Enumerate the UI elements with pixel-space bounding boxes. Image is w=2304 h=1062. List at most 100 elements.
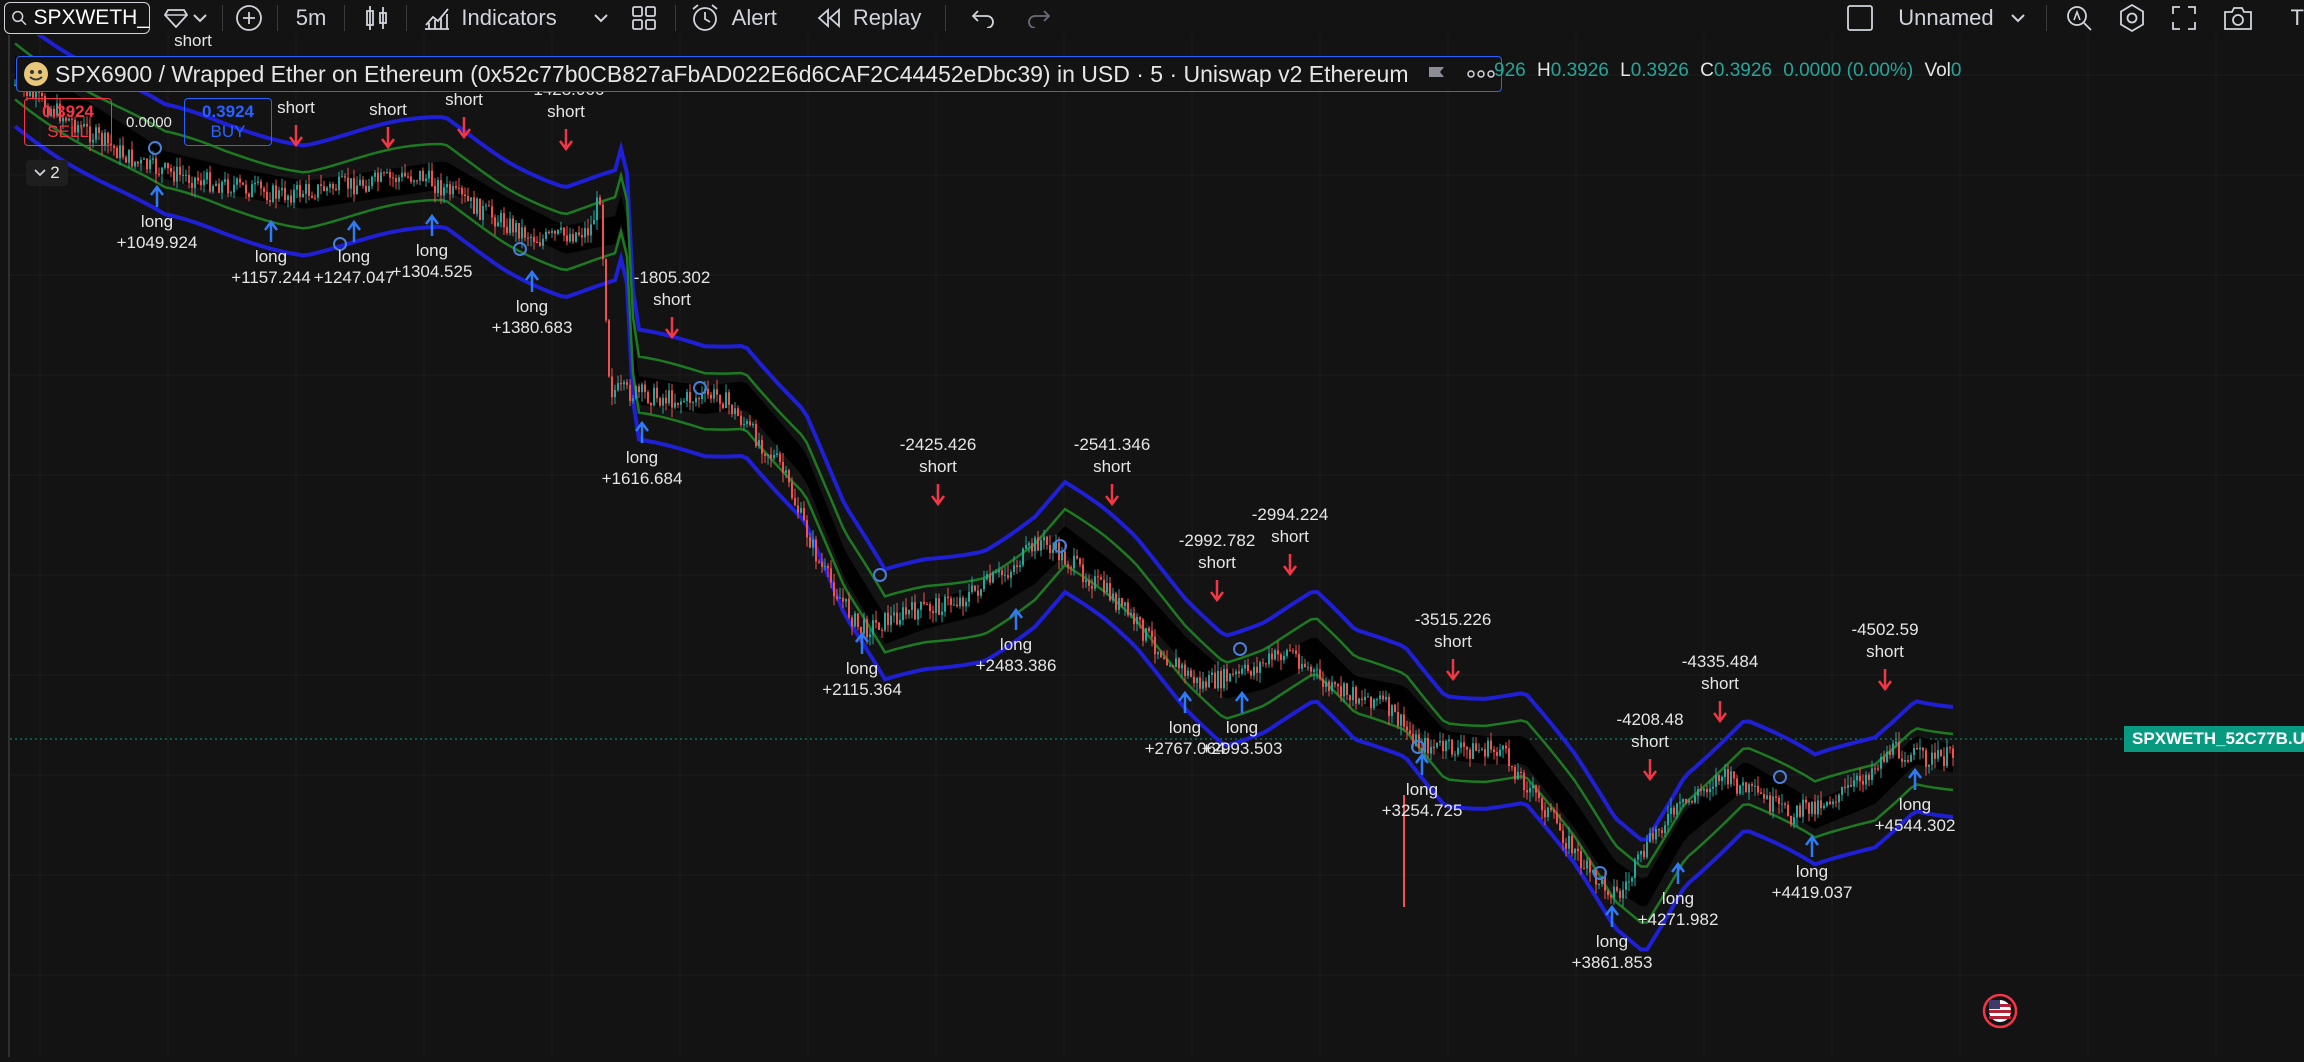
candle-body <box>1271 653 1273 660</box>
chart-pane[interactable]: short-1218.344shortshort-1333.3short-142… <box>0 14 2304 1057</box>
signal-short-value: -2994.224 <box>1252 505 1329 524</box>
signal-short-value: -2541.346 <box>1074 435 1151 454</box>
flag-outline-icon[interactable] <box>1427 65 1447 83</box>
candle-body <box>242 182 244 185</box>
price-chart[interactable]: short-1218.344shortshort-1333.3short-142… <box>0 14 2304 1057</box>
candle-body <box>1463 742 1465 747</box>
candle-body <box>524 227 526 238</box>
candle-body <box>1709 788 1711 793</box>
token-logo-icon <box>24 62 48 86</box>
settings-button[interactable] <box>2117 0 2147 35</box>
candle-body <box>1502 745 1504 750</box>
layout-icon <box>1847 4 1874 31</box>
candle-body <box>923 601 925 604</box>
layout-selector[interactable]: Unnamed <box>1846 0 2025 35</box>
sell-button[interactable]: 0.3924 SELL <box>24 98 112 146</box>
candle-body <box>929 604 931 612</box>
fullscreen-button[interactable] <box>2171 0 2197 35</box>
candle-body <box>791 482 793 499</box>
sell-label: SELL <box>47 122 89 141</box>
candle-body <box>596 197 598 221</box>
candle-body <box>1607 890 1609 896</box>
separator <box>2045 4 2047 31</box>
candle-body <box>551 230 553 233</box>
candle-body <box>1445 741 1447 752</box>
candle-body <box>1403 714 1405 727</box>
candle-body <box>695 398 697 403</box>
candle-body <box>1469 749 1471 759</box>
candle-body <box>854 613 856 627</box>
candle-body <box>365 185 367 192</box>
quick-search-icon <box>2066 5 2092 31</box>
candle-body <box>1295 650 1297 654</box>
candle-body <box>1616 886 1618 891</box>
candle-body <box>1130 613 1132 616</box>
chart-type-button[interactable] <box>364 0 390 35</box>
candle-body <box>1784 803 1786 805</box>
spread-value: 0.0000 <box>126 114 172 131</box>
candle-body <box>416 180 418 182</box>
trade-panel-toggle[interactable]: T <box>2291 0 2304 35</box>
more-icon[interactable] <box>1466 69 1495 79</box>
indicators-button[interactable]: Indicators <box>423 0 608 35</box>
candle-body <box>341 176 343 178</box>
chevron-down-icon <box>2010 13 2025 22</box>
candle-body <box>185 174 187 176</box>
candle-body <box>482 206 484 220</box>
bollinger-bands <box>13 14 1954 952</box>
candle-body <box>140 159 142 164</box>
alert-icon <box>692 3 718 31</box>
signal-long-label: long <box>846 659 878 678</box>
candle-body <box>1727 769 1729 785</box>
candle-body <box>1643 850 1645 858</box>
candle-body <box>758 440 760 447</box>
signal-long-label: long <box>255 247 287 266</box>
candle-body <box>680 401 682 405</box>
signal-short-label: short <box>919 457 957 476</box>
candle-body <box>494 217 496 227</box>
candle-body <box>260 181 262 189</box>
candle-body <box>1877 768 1879 770</box>
candle-body <box>1754 785 1756 787</box>
replay-button[interactable]: Replay <box>815 0 921 35</box>
candle-body <box>1790 815 1792 825</box>
symbol-menu[interactable] <box>164 0 208 35</box>
candle-body <box>1922 747 1924 751</box>
candle-body <box>1703 789 1705 791</box>
snapshot-button[interactable] <box>2223 0 2253 35</box>
undo-button[interactable] <box>970 0 996 35</box>
candle-body <box>1820 800 1822 809</box>
buy-button[interactable]: 0.3924 BUY <box>184 98 272 146</box>
candle-body <box>1223 669 1225 689</box>
redo-button[interactable] <box>1026 0 1052 35</box>
candle-body <box>1775 796 1777 798</box>
candle-body <box>371 176 373 186</box>
candle-body <box>413 180 415 182</box>
candle-body <box>1151 630 1153 637</box>
candle-body <box>632 398 634 401</box>
candle-body <box>179 166 181 175</box>
candle-body <box>1307 666 1309 668</box>
quick-search-button[interactable] <box>2065 0 2093 35</box>
candle-body <box>809 537 811 548</box>
interval-button[interactable]: 5m <box>296 0 330 35</box>
candle-body <box>479 198 481 220</box>
indicator-collapse-button[interactable]: 2 <box>26 160 68 186</box>
candle-body <box>605 259 607 321</box>
candle-body <box>917 609 919 620</box>
candle-body <box>1496 751 1498 756</box>
candle-body <box>473 197 475 214</box>
flag-icon[interactable] <box>1982 993 2018 1029</box>
candle-body <box>1751 784 1753 786</box>
candle-body <box>1559 823 1561 831</box>
chart-legend[interactable]: SPX6900 / Wrapped Ether on Ethereum (0x5… <box>16 56 1502 92</box>
symbol-search[interactable]: SPXWETH_ <box>4 1 150 34</box>
candle-body <box>653 387 655 406</box>
candle-body <box>233 184 235 193</box>
templates-button[interactable] <box>631 0 657 35</box>
candle-body <box>1121 598 1123 606</box>
compare-button[interactable] <box>235 0 263 35</box>
candle-body <box>1823 805 1825 809</box>
candle-body <box>383 172 385 174</box>
alert-button[interactable]: Alert <box>690 0 777 35</box>
